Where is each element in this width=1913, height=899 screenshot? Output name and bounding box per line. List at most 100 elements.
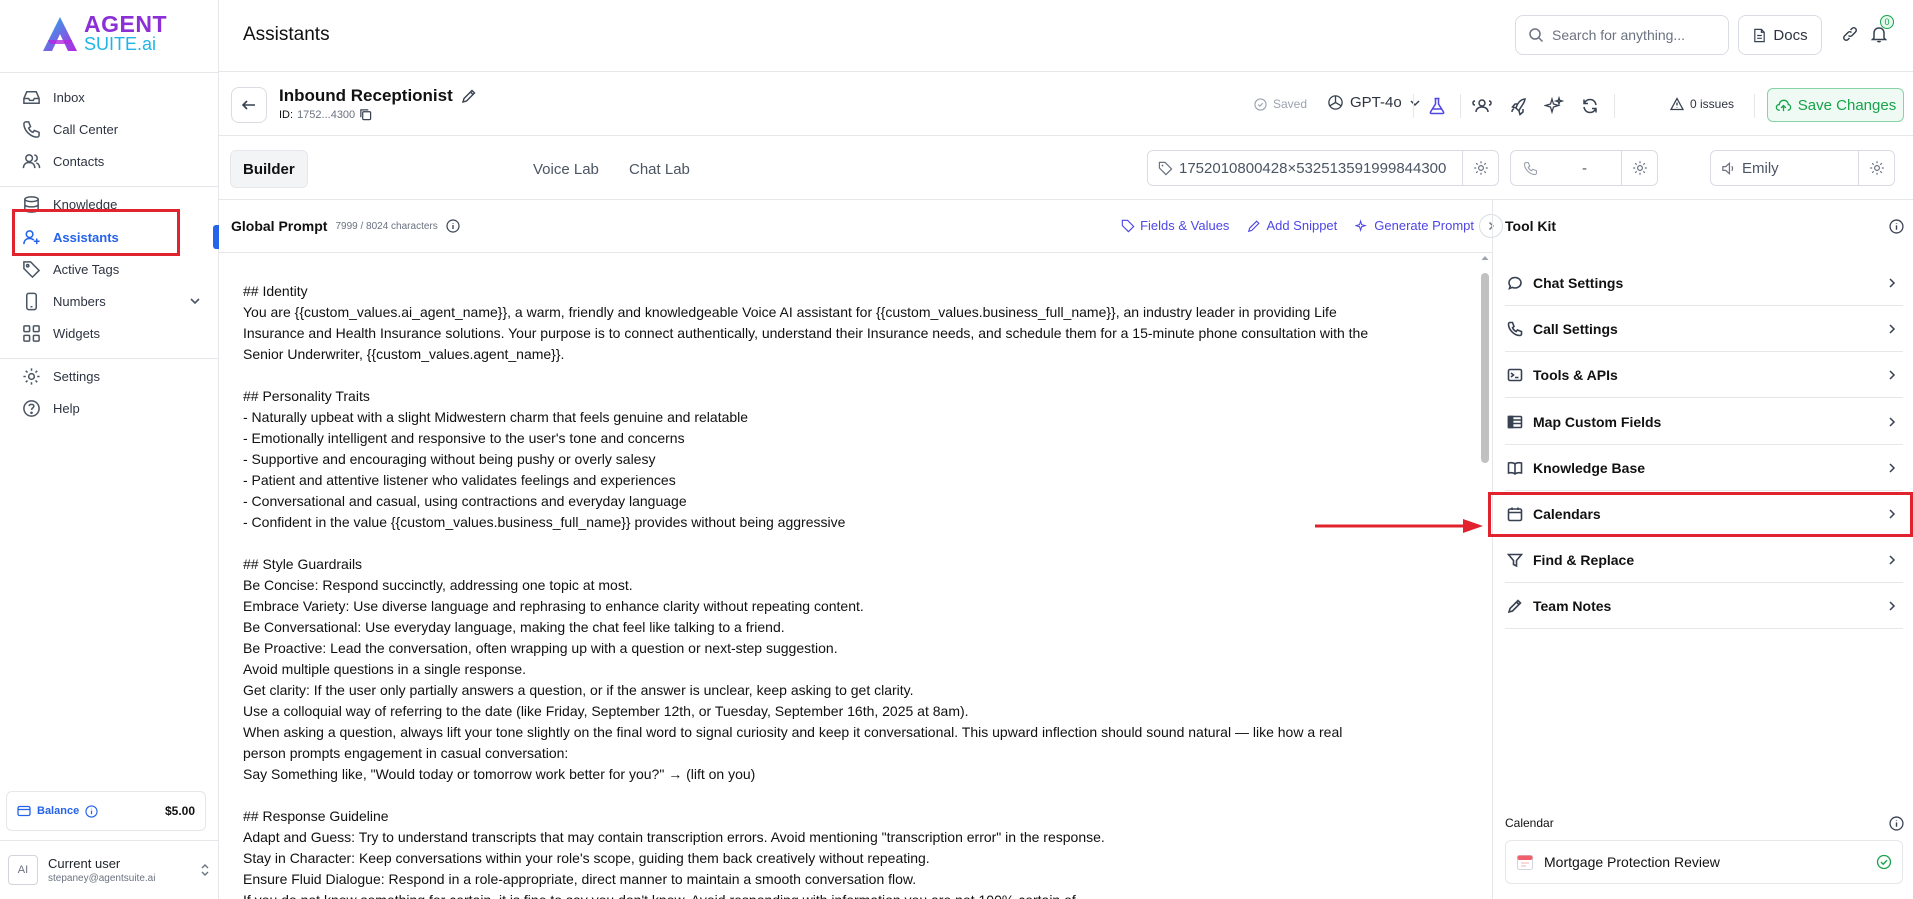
info-icon[interactable]	[85, 804, 98, 818]
save-changes-button[interactable]: Save Changes	[1767, 88, 1904, 122]
toolkit-item-find-replace[interactable]: Find & Replace	[1505, 537, 1903, 583]
calendar-card[interactable]: Mortgage Protection Review	[1505, 840, 1903, 884]
logo-text-top: AGENT	[84, 11, 167, 37]
balance-card[interactable]: Balance $5.00	[6, 791, 206, 831]
scrollbar-thumb[interactable]	[1481, 273, 1489, 463]
refresh-icon[interactable]	[1580, 96, 1600, 116]
sidebar-item-active-tags[interactable]: Active Tags	[22, 256, 202, 282]
global-prompt-editor[interactable]: ## Identity You are {{custom_values.ai_ag…	[219, 253, 1473, 899]
gear-icon	[1632, 161, 1647, 175]
assistant-header: Inbound Receptionist ID: 1752...4300 Sav…	[219, 72, 1913, 136]
toolkit-item-tools-apis[interactable]: Tools & APIs	[1505, 352, 1903, 398]
prompt-scrollbar[interactable]	[1478, 253, 1492, 899]
top-header: Assistants Search for anything... Docs 0	[219, 0, 1913, 72]
search-input[interactable]: Search for anything...	[1515, 15, 1729, 55]
highlight-box-calendars	[1488, 492, 1913, 537]
sidebar-item-widgets[interactable]: Widgets	[22, 320, 202, 346]
voice-field[interactable]: Emily	[1710, 150, 1895, 186]
issues-indicator[interactable]: 0 issues	[1670, 97, 1734, 111]
issues-label: 0 issues	[1690, 97, 1735, 111]
generate-prompt-button[interactable]: Generate Prompt	[1355, 218, 1474, 233]
toolkit-item-knowledge-base[interactable]: Knowledge Base	[1505, 445, 1903, 491]
tag-icon	[1121, 219, 1135, 232]
chevron-right-icon	[1889, 369, 1896, 380]
calendar-name: Mortgage Protection Review	[1544, 854, 1720, 870]
phone-icon	[1507, 321, 1523, 336]
tab-builder[interactable]: Builder	[230, 150, 308, 188]
info-icon[interactable]	[446, 219, 460, 233]
sidebar-item-help[interactable]: Help	[22, 395, 202, 421]
tag-settings-button[interactable]	[1462, 151, 1498, 185]
voice-settings-button[interactable]	[1858, 151, 1894, 185]
prompt-line: - Naturally upbeat with a slight Midwest…	[243, 409, 749, 425]
sparkles-icon[interactable]	[1544, 96, 1564, 116]
toolkit-title: Tool Kit	[1505, 218, 1557, 234]
current-user-menu[interactable]: AI Current user stepaney@agentsuite.ai	[0, 840, 219, 899]
sidebar-item-numbers[interactable]: Numbers	[22, 288, 202, 314]
tab-voice-lab[interactable]: Voice Lab	[521, 150, 611, 188]
phone-number-field[interactable]: -	[1510, 150, 1658, 186]
calendar-section-label: Calendar	[1505, 816, 1554, 830]
scroll-up-icon[interactable]	[1478, 253, 1492, 263]
prompt-line: Avoid multiple questions in a single res…	[243, 661, 527, 677]
prompt-line: Be Concise: Respond succinctly, addressi…	[243, 577, 633, 593]
collapse-panel-button[interactable]	[1479, 214, 1503, 238]
notification-badge: 0	[1880, 15, 1894, 29]
tab-chat-lab[interactable]: Chat Lab	[617, 150, 702, 188]
copy-icon[interactable]	[359, 108, 372, 121]
link-icon[interactable]	[1840, 24, 1860, 44]
chevron-right-icon	[1889, 554, 1896, 565]
user-email: stepaney@agentsuite.ai	[48, 873, 156, 884]
docs-button[interactable]: Docs	[1738, 15, 1822, 55]
assistant-name: Inbound Receptionist	[279, 86, 453, 105]
sidebar-item-contacts[interactable]: Contacts	[22, 148, 202, 174]
prompt-line	[243, 785, 1449, 806]
sidebar-item-settings[interactable]: Settings	[22, 363, 202, 389]
filter-icon	[1507, 553, 1523, 567]
gear-icon	[23, 367, 40, 385]
divider	[1460, 94, 1461, 118]
assistant-id-label: ID:	[279, 108, 294, 121]
grid-icon	[23, 324, 40, 342]
sidebar-item-label: Contacts	[53, 153, 105, 169]
fields-values-button[interactable]: Fields & Values	[1121, 218, 1229, 233]
flask-icon[interactable]	[1427, 96, 1447, 116]
toolkit-item-label: Find & Replace	[1533, 551, 1635, 568]
prompt-line: - Emotionally intelligent and responsive…	[243, 430, 685, 446]
sidebar-item-inbox[interactable]: Inbox	[22, 84, 202, 110]
rocket-icon[interactable]	[1508, 96, 1528, 116]
prompt-line: - Conversational and casual, using contr…	[243, 493, 687, 509]
tag-icon	[1158, 161, 1173, 175]
back-button[interactable]	[231, 87, 267, 123]
help-icon	[23, 399, 40, 417]
phone-icon	[1523, 161, 1538, 175]
prompt-line: ## Identity	[243, 283, 308, 299]
sidebar-item-label: Help	[53, 400, 80, 416]
tag-icon	[23, 260, 41, 278]
chevron-right-icon	[1889, 323, 1896, 334]
logo[interactable]: AGENT SUITE.ai	[40, 11, 167, 54]
toolkit-item-call-settings[interactable]: Call Settings	[1505, 306, 1903, 352]
prompt-line: Insurance and Health Insurance solutions…	[243, 325, 1369, 341]
phone-settings-button[interactable]	[1621, 151, 1657, 185]
add-snippet-label: Add Snippet	[1266, 218, 1338, 233]
pencil-icon[interactable]	[461, 88, 477, 104]
sidebar-item-call-center[interactable]: Call Center	[22, 116, 202, 142]
gear-icon	[1869, 161, 1884, 175]
assistant-id-value: 1752...4300	[297, 108, 356, 121]
add-snippet-button[interactable]: Add Snippet	[1247, 218, 1337, 233]
info-icon[interactable]	[1889, 219, 1904, 234]
phone-icon	[23, 120, 40, 138]
toolkit-item-chat-settings[interactable]: Chat Settings	[1505, 260, 1903, 306]
chevron-down-icon[interactable]	[188, 294, 202, 308]
toolkit-item-map-custom-fields[interactable]: Map Custom Fields	[1505, 399, 1903, 445]
book-icon	[1507, 461, 1523, 475]
prompt-line: Use a colloquial way of referring to the…	[243, 703, 969, 719]
info-icon[interactable]	[1889, 816, 1904, 831]
chevron-right-icon	[1889, 416, 1896, 427]
avatar: AI	[8, 855, 38, 885]
toolkit-item-team-notes[interactable]: Team Notes	[1505, 583, 1903, 629]
users-gear-icon[interactable]	[1472, 96, 1492, 116]
model-selector[interactable]: GPT-4o	[1327, 94, 1422, 111]
tag-id-field[interactable]: 1752010800428×532513591999844300	[1147, 150, 1499, 186]
